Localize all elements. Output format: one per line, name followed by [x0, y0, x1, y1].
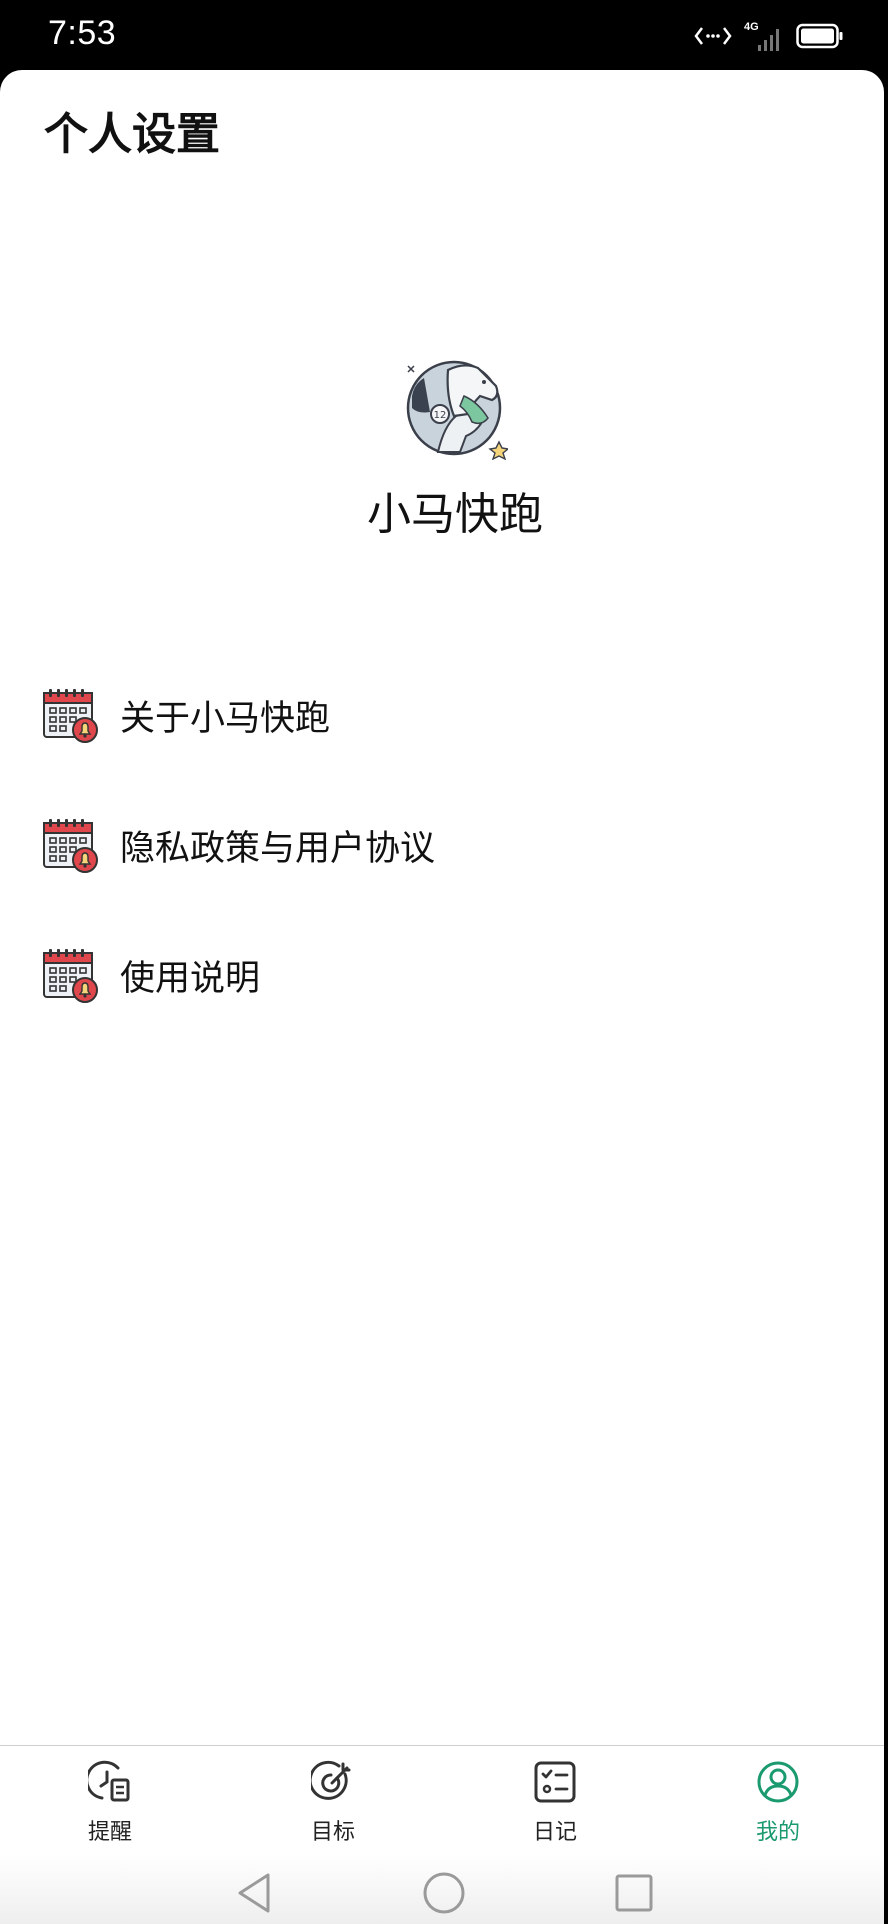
svg-text:12: 12 — [434, 410, 447, 421]
battery-icon — [796, 23, 844, 53]
bottom-tab-bar: 提醒 目标 日记 我的 — [0, 1745, 884, 1856]
app-screen: 个人设置 12 小马快跑 关于小马快跑 隐私政策与用户协议 使用说明 提醒 目标… — [0, 70, 884, 1924]
reminder-clock-icon — [85, 1760, 132, 1804]
phone-frame: 7:53 4G 个人设置 12 小马快跑 关于小马快跑 隐私政策与用户协议 使用… — [0, 0, 888, 1924]
tab-label: 我的 — [755, 1820, 800, 1845]
calendar-bell-icon — [42, 687, 98, 743]
calendar-bell-icon — [42, 817, 98, 873]
status-icons: 4G — [694, 20, 844, 56]
checklist-icon — [533, 1760, 577, 1804]
menu-item-instructions[interactable]: 使用说明 — [0, 920, 884, 1030]
page-title: 个人设置 — [44, 109, 220, 160]
menu-item-privacy-policy[interactable]: 隐私政策与用户协议 — [0, 790, 884, 900]
recents-square-icon[interactable] — [610, 1869, 658, 1917]
horse-avatar-icon[interactable]: 12 — [404, 356, 510, 461]
tab-label: 提醒 — [87, 1820, 132, 1845]
tab-label: 日记 — [532, 1820, 577, 1845]
tab-profile[interactable]: 我的 — [718, 1746, 838, 1856]
status-bar: 7:53 4G — [0, 0, 888, 72]
profile-name: 小马快跑 — [367, 489, 543, 540]
back-triangle-icon[interactable] — [232, 1869, 280, 1917]
home-circle-icon[interactable] — [420, 1869, 468, 1917]
menu-item-about[interactable]: 关于小马快跑 — [0, 660, 884, 770]
target-icon — [308, 1760, 355, 1804]
data-transfer-icon — [694, 24, 732, 52]
menu-item-label: 使用说明 — [120, 958, 261, 999]
system-nav-bar — [0, 1855, 884, 1924]
tab-label: 目标 — [310, 1820, 355, 1845]
user-profile-icon — [756, 1760, 800, 1804]
signal-icon: 4G — [744, 21, 784, 53]
menu-item-label: 隐私政策与用户协议 — [120, 828, 436, 869]
menu-item-label: 关于小马快跑 — [120, 698, 331, 739]
tab-diary[interactable]: 日记 — [495, 1746, 615, 1856]
calendar-bell-icon — [42, 947, 98, 1003]
status-time: 7:53 — [48, 14, 117, 52]
tab-goals[interactable]: 目标 — [273, 1746, 393, 1856]
tab-reminders[interactable]: 提醒 — [50, 1746, 170, 1856]
